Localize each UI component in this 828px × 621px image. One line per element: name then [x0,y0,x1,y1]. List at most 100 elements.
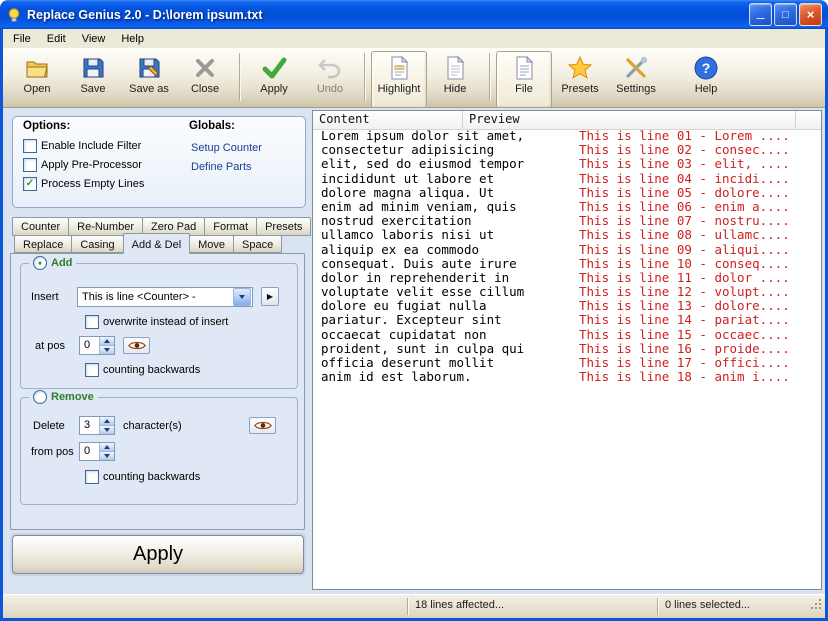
table-row[interactable]: consequat. Duis aute irure This is line 1… [313,255,821,271]
checkbox-counting-backwards-add[interactable]: counting backwards [85,363,200,377]
table-row[interactable]: dolore eu fugiat nulla This is line 13 - … [313,299,821,313]
remove-group: Remove Delete 3 character(s) from pos 0 [20,390,298,505]
table-row[interactable]: dolore magna aliqua. Ut This is line 05 -… [313,185,821,200]
checkbox-overwrite[interactable]: overwrite instead of insert [85,315,228,329]
delete-value: 3 [84,419,91,431]
combo-dropdown-button[interactable] [233,288,251,306]
menu-file[interactable]: File [5,31,39,47]
globals-title: Globals: [189,120,236,132]
eye-icon [127,341,146,350]
insert-label: Insert [31,291,59,303]
checkbox-counting-backwards-remove[interactable]: counting backwards [85,470,200,484]
content-cell: nostrud exercitation [321,213,472,229]
checkbox-enable-include-filter[interactable]: Enable Include Filter [23,139,141,153]
at-pos-spinner[interactable]: 0 [79,336,115,355]
spinner-up-button[interactable] [100,443,114,452]
table-row[interactable]: Lorem ipsum dolor sit amet, This is line … [313,128,821,143]
add-group-title: Add [51,257,73,269]
minimize-button[interactable]: ─ [749,3,772,26]
preview-eye-button-remove[interactable] [249,417,276,434]
open-button[interactable]: Open [9,51,65,108]
content-cell: consequat. Duis aute irure [321,255,517,271]
undo-button[interactable]: Undo [302,51,358,108]
content-cell: aliquip ex ea commodo [321,241,480,257]
hide-button[interactable]: Hide [427,51,483,108]
close-button[interactable]: × [799,3,822,26]
tab-format[interactable]: Format [204,217,258,236]
remove-radio[interactable] [33,390,47,404]
content-cell: voluptate velit esse cillum [321,284,525,300]
apply-button[interactable]: Apply [12,535,304,574]
titlebar: Replace Genius 2.0 - D:\lorem ipsum.txt … [0,0,828,29]
table-row[interactable]: aliquip ex ea commodo This is line 09 - a… [313,241,821,257]
table-row[interactable]: voluptate velit esse cillum This is line … [313,284,821,300]
table-row[interactable]: anim id est laborum. This is line 18 - an… [313,369,821,385]
preview-column-header[interactable]: Preview [463,111,796,128]
spinner-up-button[interactable] [100,337,114,346]
content-column-header[interactable]: Content [313,111,463,128]
save-as-button[interactable]: Save as [121,51,177,108]
file-view-button[interactable]: File [496,51,552,108]
menu-edit[interactable]: Edit [39,31,74,47]
table-row[interactable]: ullamco laboris nisi ut This is line 08 -… [313,228,821,242]
undo-icon [317,55,343,81]
settings-button[interactable]: Settings [608,51,664,108]
content-cell: officia deserunt mollit [321,355,495,370]
checkmark-icon: ✓ [25,177,35,189]
help-button[interactable]: ? Help [678,51,734,108]
delete-spinner[interactable]: 3 [79,416,115,435]
preview-cell: This is line 18 - anim i.... [579,369,790,385]
tab-presets[interactable]: Presets [256,217,312,236]
highlight-button[interactable]: Highlight [371,51,427,108]
play-icon: ▶ [266,292,274,301]
table-row[interactable]: officia deserunt mollit This is line 17 -… [313,355,821,370]
checkbox-process-empty-lines[interactable]: ✓ Process Empty Lines [23,177,144,191]
spinner-down-button[interactable] [100,346,114,354]
save-button[interactable]: Save [65,51,121,108]
tab-replace[interactable]: Replace [14,235,73,253]
menu-view[interactable]: View [74,31,114,47]
content-cell: proident, sunt in culpa qui [321,340,525,356]
preview-cell: This is line 16 - proide.... [579,340,790,356]
tab-casing[interactable]: Casing [71,235,124,253]
toolbar-separator [239,53,240,101]
define-parts-link[interactable]: Define Parts [191,161,252,173]
add-radio[interactable]: ● [33,256,47,270]
table-row[interactable]: pariatur. Excepteur sint This is line 14 … [313,313,821,327]
setup-counter-link[interactable]: Setup Counter [191,142,262,154]
tab-space[interactable]: Space [233,235,283,253]
table-row[interactable]: elit, sed do eiusmod tempor This is line … [313,157,821,171]
table-row[interactable]: enim ad minim veniam, quis This is line 0… [313,199,821,214]
tab-move[interactable]: Move [189,235,235,253]
presets-button[interactable]: Presets [552,51,608,108]
spinner-down-button[interactable] [100,452,114,460]
preview-cell: This is line 12 - volupt.... [579,284,790,300]
checkbox-apply-pre-processor[interactable]: Apply Pre-Processor [23,158,142,172]
resize-grip[interactable] [810,598,823,616]
app-icon [6,7,22,23]
close-file-button[interactable]: Close [177,51,233,108]
maximize-button[interactable]: □ [774,3,797,26]
preview-eye-button-add[interactable] [123,337,150,354]
table-row[interactable]: incididunt ut labore et This is line 04 -… [313,171,821,186]
insert-menu-button[interactable]: ▶ [261,287,279,306]
menu-help[interactable]: Help [113,31,152,47]
tab-add-and-del[interactable]: Add & Del [122,233,191,254]
status-divider [657,598,658,615]
table-row[interactable]: proident, sunt in culpa qui This is line … [313,340,821,356]
spinner-down-button[interactable] [100,426,114,434]
preview-cell: This is line 11 - dolor .... [579,269,790,285]
table-row[interactable]: occaecat cupidatat non This is line 15 - … [313,327,821,342]
insert-combobox[interactable]: This is line <Counter> - [77,287,253,307]
spinner-up-button[interactable] [100,417,114,426]
status-divider [407,598,408,615]
content-cell: dolor in reprehenderit in [321,269,510,285]
at-pos-value: 0 [84,339,91,351]
tab-counter[interactable]: Counter [12,217,70,236]
table-row[interactable]: nostrud exercitation This is line 07 - no… [313,213,821,229]
apply-toolbar-button[interactable]: Apply [246,51,302,108]
table-row[interactable]: dolor in reprehenderit in This is line 11… [313,269,821,285]
table-row[interactable]: consectetur adipisicing This is line 02 -… [313,142,821,157]
from-pos-spinner[interactable]: 0 [79,442,115,461]
checkbox-box [23,158,37,172]
